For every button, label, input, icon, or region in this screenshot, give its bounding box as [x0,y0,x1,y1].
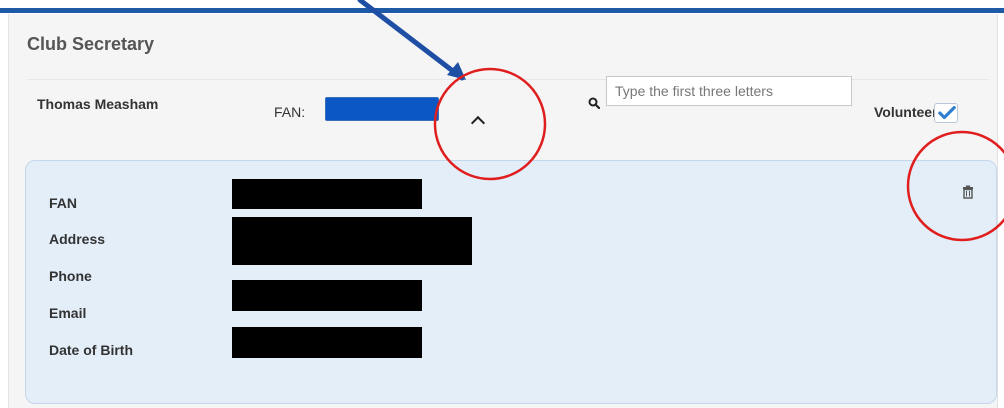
search-input[interactable] [606,76,852,106]
chevron-up-icon[interactable] [470,115,486,131]
club-secretary-panel: Club Secretary Thomas Measham FAN: Volun… [8,14,998,408]
checkmark-icon [938,106,956,120]
member-name: Thomas Measham [37,96,159,112]
fan-label: FAN: [274,104,306,120]
member-detail-card: FAN Address Phone Email Date of Birth [25,160,997,404]
fan-select[interactable] [325,97,439,121]
volunteer-checkbox[interactable] [934,103,958,123]
top-accent-bar [0,0,1004,14]
redacted-email-value [232,280,422,311]
redacted-fan-value [232,179,422,209]
redacted-address-value [232,217,472,265]
phone-field-label: Phone [49,268,92,284]
redacted-dob-value [232,327,422,358]
address-field-label: Address [49,231,106,247]
search-icon [588,97,600,109]
volunteer-label: Volunteer [874,104,938,120]
trash-icon[interactable] [961,185,975,199]
dob-field-label: Date of Birth [49,342,133,358]
section-title: Club Secretary [27,34,155,54]
email-field-label: Email [49,305,87,321]
fan-field-label: FAN [49,195,77,211]
